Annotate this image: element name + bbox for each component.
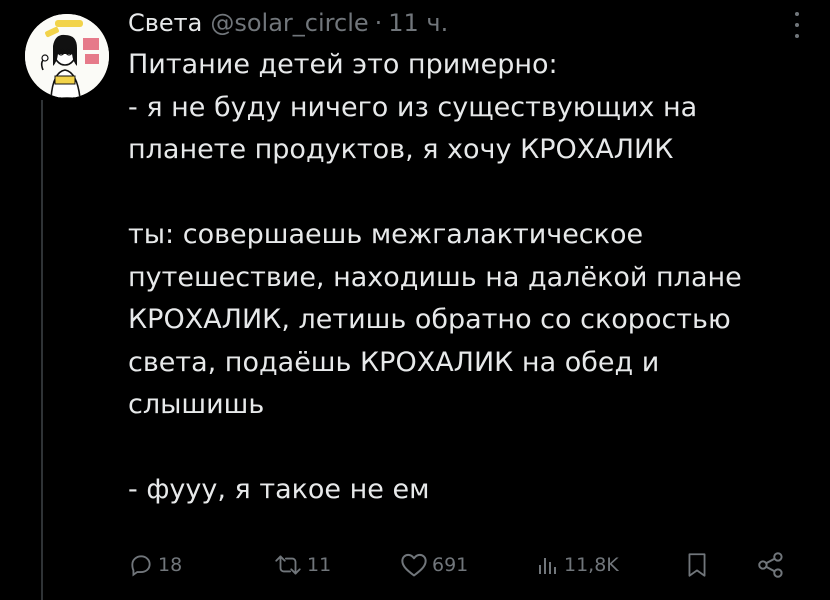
display-name[interactable]: Света (128, 3, 202, 43)
bookmark-button[interactable] (684, 545, 710, 585)
reply-button[interactable]: 18 (128, 545, 182, 585)
bookmark-icon (688, 553, 706, 577)
separator-dot: · (374, 9, 383, 37)
thread-line (41, 100, 43, 600)
share-button[interactable] (756, 545, 786, 585)
avatar[interactable] (25, 14, 109, 98)
repost-button[interactable]: 11 (273, 545, 331, 585)
reply-count: 18 (158, 554, 183, 576)
like-button[interactable]: 691 (400, 545, 468, 585)
action-bar: 18 11 691 11,8K (128, 545, 792, 585)
post-text: Питание детей это примерно: - я не буду … (128, 49, 742, 505)
views-icon (539, 558, 556, 574)
more-vertical-icon[interactable] (794, 12, 800, 38)
reply-icon (131, 555, 151, 577)
post-header: Света @solar_circle · 11 ч. (128, 3, 448, 43)
like-count: 691 (432, 554, 469, 576)
user-handle[interactable]: @solar_circle (210, 3, 368, 43)
repost-count: 11 (307, 554, 332, 576)
views-count: 11,8K (564, 554, 619, 576)
share-icon (758, 552, 783, 578)
avatar-column (25, 14, 109, 98)
timestamp[interactable]: 11 ч. (388, 3, 448, 43)
heart-icon (401, 553, 427, 577)
repost-icon (275, 555, 301, 575)
avatar-illustration (25, 14, 109, 98)
views-button[interactable]: 11,8K (536, 545, 619, 585)
